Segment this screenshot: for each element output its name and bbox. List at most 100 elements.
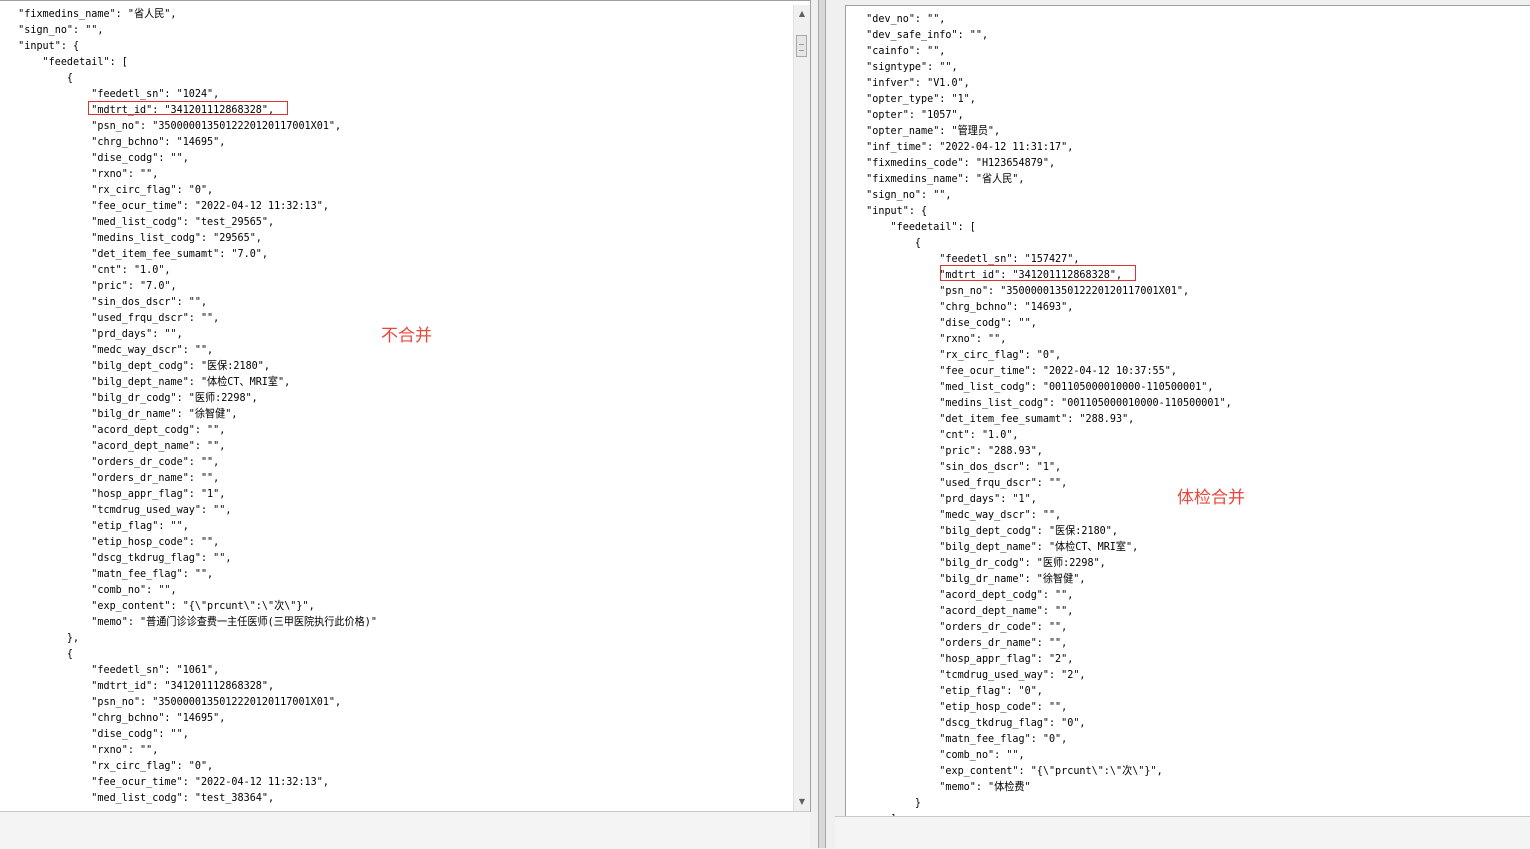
left-code-line: "rx_circ_flag": "0", [6, 183, 214, 196]
left-code-line: "chrg_bchno": "14695", [6, 711, 226, 724]
right-code-line: "exp_content": "{\"prcunt\":\"次\"}", [854, 764, 1163, 777]
right-code-line: "matn_fee_flag": "0", [854, 732, 1068, 745]
right-code-line: "pric": "288.93", [854, 444, 1043, 457]
left-code-line: "dise_codg": "", [6, 151, 189, 164]
right-code-line: "comb_no": "", [854, 748, 1025, 761]
right-code-line: "hosp_appr_flag": "2", [854, 652, 1074, 665]
pane-splitter[interactable] [818, 0, 826, 848]
right-code-line: "etip_flag": "0", [854, 684, 1043, 697]
right-code-line: "orders_dr_name": "", [854, 636, 1068, 649]
right-code-line: "acord_dept_name": "", [854, 604, 1074, 617]
right-code-line: } [854, 796, 922, 809]
left-code-line: "sin_dos_dscr": "", [6, 295, 208, 308]
left-code-line: "matn_fee_flag": "", [6, 567, 214, 580]
scroll-thumb[interactable] [796, 35, 807, 57]
right-code-line: "acord_dept_codg": "", [854, 588, 1074, 601]
right-code-line: "prd_days": "1", [854, 492, 1037, 505]
left-code-line: "rxno": "", [6, 167, 159, 180]
left-json-editor[interactable]: "fixmedins_name": "省人民", "sign_no": "", … [0, 0, 811, 812]
left-code-line: "comb_no": "", [6, 583, 177, 596]
left-code-line: { [6, 71, 74, 84]
left-code-line: "exp_content": "{\"prcunt\":\"次\"}", [6, 599, 315, 612]
right-code-line: "fixmedins_code": "H123654879", [854, 156, 1056, 169]
right-code-line: "dev_safe_info": "", [854, 28, 989, 41]
left-code-line: "tcmdrug_used_way": "", [6, 503, 232, 516]
right-code-line: "fee_ocur_time": "2022-04-12 10:37:55", [854, 364, 1177, 377]
left-code-line: "hosp_appr_flag": "1", [6, 487, 226, 500]
right-code-line: "infver": "V1.0", [854, 76, 970, 89]
right-code-line: "orders_dr_code": "", [854, 620, 1068, 633]
left-code-line: "sign_no": "", [6, 23, 104, 36]
left-code-line: "acord_dept_codg": "", [6, 423, 226, 436]
right-code-line: "psn_no": "35000001350122201201170​01X01… [854, 284, 1190, 297]
left-code-line: "bilg_dept_name": "体检CT、MRI室", [6, 375, 291, 388]
left-code-line: "medc_way_dscr": "", [6, 343, 214, 356]
right-json-editor[interactable]: "dev_no": "", "dev_safe_info": "", "cain… [845, 5, 1530, 817]
right-code-line: "det_item_fee_sumamt": "288.93", [854, 412, 1135, 425]
right-code-line: "opter_name": "管理员", [854, 124, 1001, 137]
left-code-line: "med_list_codg": "test_29565", [6, 215, 275, 228]
left-mdtrt-id-highlight [88, 101, 288, 115]
right-code-line: "bilg_dept_codg": "医保:2180", [854, 524, 1118, 537]
left-bottom-bar [0, 811, 810, 849]
left-code-line: "bilg_dr_name": "徐智健", [6, 407, 238, 420]
left-code-line: "memo": "普通门诊诊查费一主任医师(三甲医院执行此价格)" [6, 615, 377, 628]
left-code-line: "orders_dr_code": "", [6, 455, 220, 468]
right-code-line: "med_list_codg": "001105000010000-110500… [854, 380, 1214, 393]
right-mdtrt-id-highlight [940, 265, 1136, 281]
left-code-line: "dise_codg": "", [6, 727, 189, 740]
scroll-down-icon[interactable]: ▼ [794, 793, 810, 809]
left-code-line: "psn_no": "35000001350122201201170​01X01… [6, 119, 342, 132]
left-code-line: { [6, 647, 74, 660]
right-code-line: "inf_time": "2022-04-12 11:31:17", [854, 140, 1074, 153]
left-code-line: "psn_no": "35000001350122201201170​01X01… [6, 695, 342, 708]
right-code-line: "bilg_dr_codg": "医师:2298", [854, 556, 1106, 569]
left-code-line: "bilg_dept_codg": "医保:2180", [6, 359, 270, 372]
left-code-line: "med_list_codg": "test_38364", [6, 791, 275, 804]
right-code-line: "memo": "体检费" [854, 780, 1031, 793]
left-code-line: "prd_days": "", [6, 327, 183, 340]
left-code-line: "fee_ocur_time": "2022-04-12 11:32:13", [6, 775, 329, 788]
left-code-line: "etip_flag": "", [6, 519, 189, 532]
left-code-line: "feedetl_sn": "1024", [6, 87, 220, 100]
left-code-line: "dscg_tkdrug_flag": "", [6, 551, 232, 564]
left-code-line: "feedetail": [ [6, 55, 128, 68]
right-code-line: { [854, 236, 922, 249]
right-code-line: "chrg_bchno": "14693", [854, 300, 1074, 313]
left-code-line: "bilg_dr_codg": "医师:2298", [6, 391, 258, 404]
right-code-line: "sign_no": "", [854, 188, 952, 201]
left-vertical-scrollbar[interactable]: ▲ ▼ [793, 5, 810, 811]
right-code-line: "sin_dos_dscr": "1", [854, 460, 1062, 473]
right-code-line: "feedetail": [ [854, 220, 976, 233]
right-code-line: "dev_no": "", [854, 12, 946, 25]
right-code-line: "dscg_tkdrug_flag": "0", [854, 716, 1086, 729]
left-code-line: "fee_ocur_time": "2022-04-12 11:32:13", [6, 199, 329, 212]
right-code-line: "rx_circ_flag": "0", [854, 348, 1062, 361]
right-code-line: "bilg_dept_name": "体检CT、MRI室", [854, 540, 1139, 553]
right-code-line: "tcmdrug_used_way": "2", [854, 668, 1086, 681]
right-code-line: "opter": "1057", [854, 108, 964, 121]
left-annotation: 不合并 [381, 326, 432, 346]
right-annotation: 体检合并 [1177, 488, 1245, 508]
left-code-line: "acord_dept_name": "", [6, 439, 226, 452]
right-code-line: "bilg_dr_name": "徐智健", [854, 572, 1086, 585]
left-code-line: "etip_hosp_code": "", [6, 535, 220, 548]
left-code-line: "rxno": "", [6, 743, 159, 756]
left-code-line: "orders_dr_name": "", [6, 471, 220, 484]
scroll-up-icon[interactable]: ▲ [794, 5, 810, 21]
left-code-line: "rx_circ_flag": "0", [6, 759, 214, 772]
left-code-line: "medins_list_codg": "29565", [6, 231, 262, 244]
left-code-line: "fixmedins_name": "省人民", [6, 7, 177, 20]
right-code-line: "opter_type": "1", [854, 92, 976, 105]
right-code-line: "rxno": "", [854, 332, 1007, 345]
right-code-line: "input": { [854, 204, 928, 217]
right-code-line: "used_frqu_dscr": "", [854, 476, 1068, 489]
left-code-line: "chrg_bchno": "14695", [6, 135, 226, 148]
right-code-line: "etip_hosp_code": "", [854, 700, 1068, 713]
left-code-line: "pric": "7.0", [6, 279, 177, 292]
right-code-line: "medc_way_dscr": "", [854, 508, 1062, 521]
right-code-line: "cnt": "1.0", [854, 428, 1019, 441]
right-code-line: "fixmedins_name": "省人民", [854, 172, 1025, 185]
left-code-line: "used_frqu_dscr": "", [6, 311, 220, 324]
right-bottom-bar [835, 816, 1530, 849]
